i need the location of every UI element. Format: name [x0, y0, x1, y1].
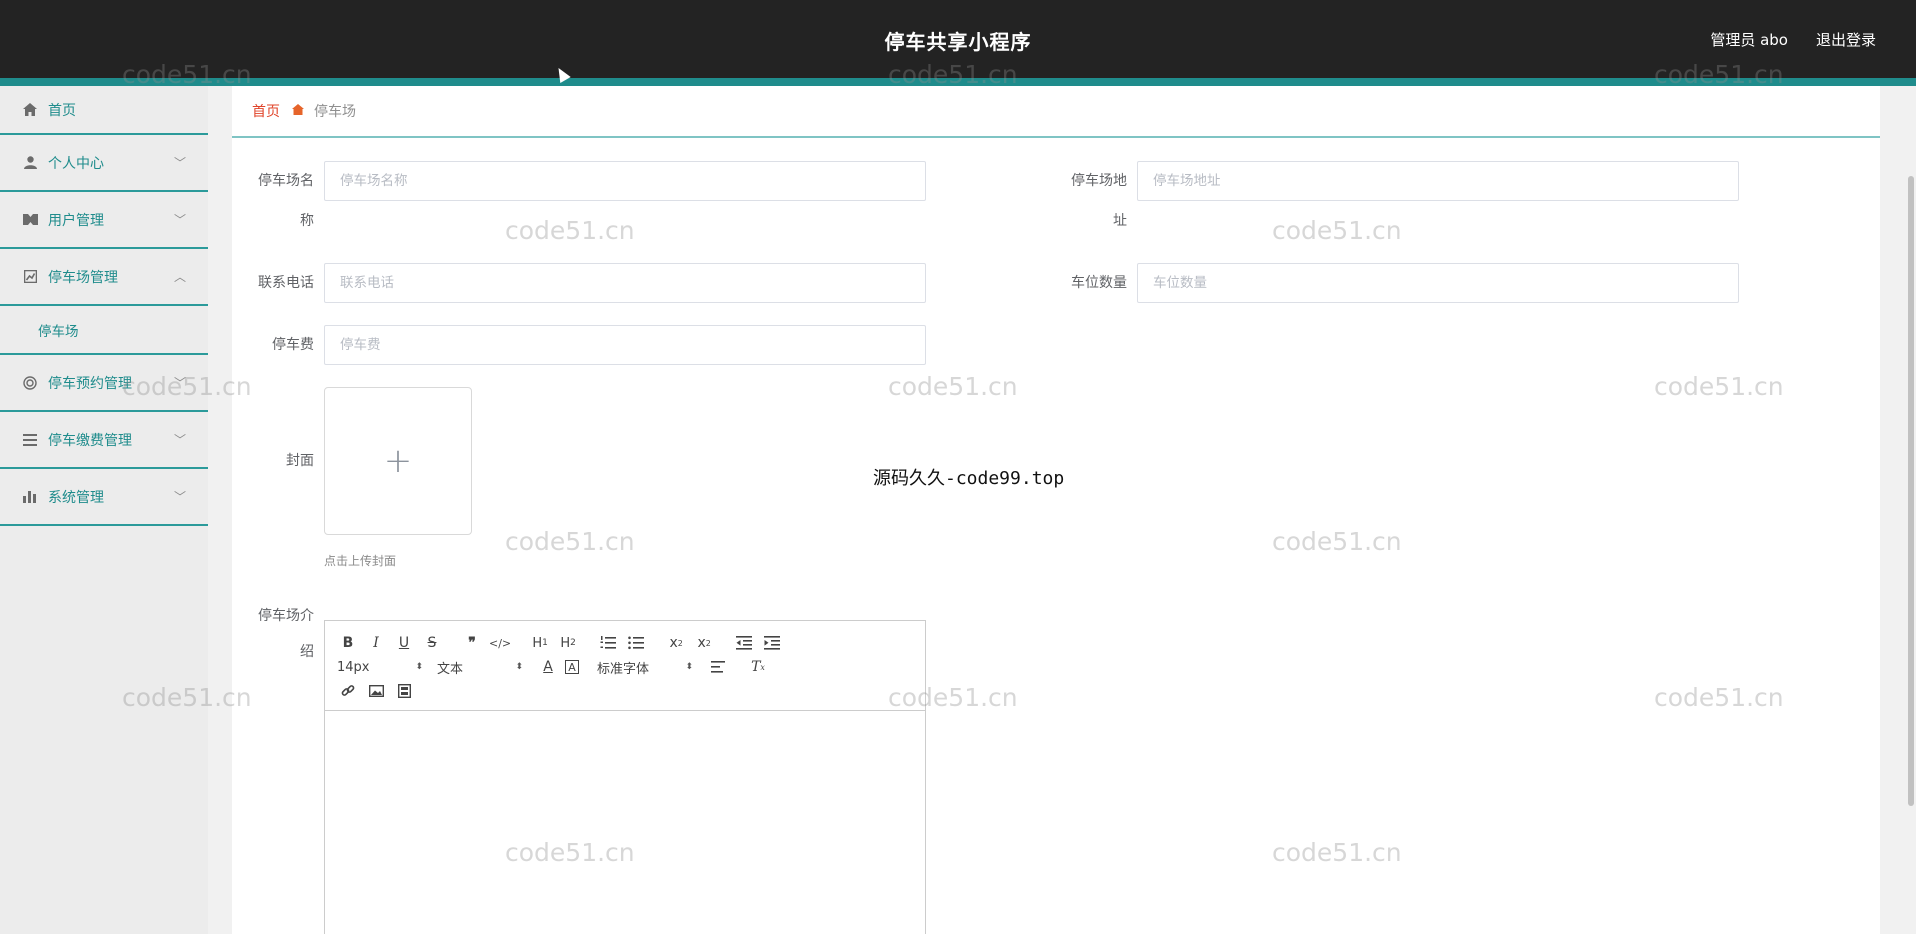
name-label: 停车场名称 — [252, 161, 314, 241]
link-icon[interactable] — [337, 680, 359, 702]
sidebar-item-users[interactable]: 用户管理 ﹀ — [0, 192, 208, 249]
phone-label: 联系电话 — [258, 275, 314, 291]
parking-name-input[interactable] — [324, 161, 926, 201]
font-family-value: 标准字体 — [597, 661, 650, 677]
rich-text-editor: B I U S ❞ </> H1 H2 x2 x2 14px ⬍ 文本 ⬍ A … — [324, 620, 926, 934]
sidebar-item-label: 系统管理 — [48, 489, 104, 506]
sidebar-item-reservation[interactable]: 停车预约管理 ﹀ — [0, 355, 208, 412]
bold-icon[interactable]: B — [337, 632, 359, 654]
heading2-icon[interactable]: H2 — [557, 632, 579, 654]
font-color-icon[interactable]: A — [537, 656, 559, 678]
sidebar-item-profile[interactable]: 个人中心 ﹀ — [0, 135, 208, 192]
heading1-icon[interactable]: H1 — [529, 632, 551, 654]
sidebar-subitem-parking-lot[interactable]: 停车场 — [0, 306, 208, 355]
spaces-label: 车位数量 — [1071, 275, 1127, 291]
cover-upload[interactable]: + — [324, 387, 472, 535]
blockquote-icon[interactable]: ❞ — [461, 632, 483, 654]
editor-content-area[interactable] — [325, 711, 925, 934]
select-arrow-icon: ⬍ — [415, 662, 423, 672]
background-color-icon[interactable]: A — [565, 660, 579, 674]
phone-input[interactable] — [324, 263, 926, 303]
app-title: 停车共享小程序 — [884, 30, 1032, 54]
scrollbar-thumb[interactable] — [1908, 176, 1914, 806]
chevron-down-icon: ﹀ — [173, 213, 186, 227]
sidebar-item-home[interactable]: 首页 — [0, 86, 208, 135]
chevron-down-icon: ﹀ — [173, 490, 186, 504]
italic-icon[interactable]: I — [365, 632, 387, 654]
parking-address-input[interactable] — [1137, 161, 1739, 201]
address-label: 停车场地址 — [1065, 161, 1127, 241]
sidebar-item-system[interactable]: 系统管理 ﹀ — [0, 469, 208, 526]
sidebar-item-label: 个人中心 — [48, 155, 104, 172]
fee-input[interactable] — [324, 325, 926, 365]
logout-link[interactable]: 退出登录 — [1816, 29, 1876, 50]
superscript-icon[interactable]: x2 — [693, 632, 715, 654]
users-icon — [22, 212, 38, 228]
sidebar: 首页 个人中心 ﹀ 用户管理 ﹀ 停车场管理 ︿ 停车场 停车预约管理 ﹀ 停车… — [0, 86, 208, 934]
sidebar-item-payment[interactable]: 停车缴费管理 ﹀ — [0, 412, 208, 469]
intro-label-text: 停车场介绍 — [258, 608, 314, 660]
chevron-down-icon: ﹀ — [173, 156, 186, 170]
sidebar-subitem-label: 停车场 — [38, 323, 79, 340]
video-icon[interactable] — [393, 680, 415, 702]
fee-label: 停车费 — [272, 337, 314, 353]
target-icon — [22, 375, 38, 391]
subscript-icon[interactable]: x2 — [665, 632, 687, 654]
breadcrumb-current: 停车场 — [314, 104, 356, 120]
editor-toolbar: B I U S ❞ </> H1 H2 x2 x2 14px ⬍ 文本 ⬍ A … — [325, 621, 925, 711]
paragraph-value: 文本 — [437, 661, 464, 677]
chevron-down-icon: ﹀ — [173, 433, 186, 447]
image-icon[interactable] — [365, 680, 387, 702]
user-icon — [22, 155, 38, 171]
plus-icon: + — [383, 441, 413, 481]
header-accent-bar — [0, 78, 1916, 86]
font-size-value: 14px — [337, 659, 370, 675]
chart-icon — [22, 269, 38, 285]
chevron-up-icon: ︿ — [173, 270, 186, 284]
font-size-select[interactable]: 14px ⬍ — [337, 656, 423, 678]
page-scrollbar[interactable] — [1906, 86, 1916, 934]
clear-format-icon[interactable]: Tx — [747, 656, 769, 678]
address-label-text: 停车场地址 — [1071, 173, 1127, 229]
sidebar-item-parking-management[interactable]: 停车场管理 ︿ — [0, 249, 208, 306]
sidebar-item-label: 首页 — [48, 102, 76, 119]
select-arrow-icon: ⬍ — [685, 662, 693, 672]
chevron-down-icon: ﹀ — [173, 376, 186, 390]
house-icon — [292, 103, 304, 119]
sidebar-item-label: 停车缴费管理 — [48, 432, 132, 449]
font-family-select[interactable]: 标准字体 ⬍ — [597, 656, 693, 678]
list-icon — [22, 432, 38, 448]
align-icon[interactable] — [707, 656, 729, 678]
current-user: 管理员 abo — [1710, 31, 1788, 49]
breadcrumb: 首页 停车场 — [232, 86, 1880, 138]
bullet-list-icon[interactable] — [625, 632, 647, 654]
overlay-text: 源码久久-code99.top — [873, 468, 1065, 489]
spaces-input[interactable] — [1137, 263, 1739, 303]
top-header: 停车共享小程序 管理员 abo 退出登录 — [0, 0, 1916, 78]
underline-icon[interactable]: U — [393, 632, 415, 654]
cover-upload-hint: 点击上传封面 — [324, 554, 397, 568]
sidebar-item-label: 停车预约管理 — [48, 375, 132, 392]
paragraph-select[interactable]: 文本 ⬍ — [437, 656, 523, 678]
outdent-icon[interactable] — [733, 632, 755, 654]
sidebar-item-label: 用户管理 — [48, 212, 104, 229]
code-block-icon[interactable]: </> — [489, 632, 511, 654]
breadcrumb-home[interactable]: 首页 — [252, 101, 280, 121]
select-arrow-icon: ⬍ — [515, 662, 523, 672]
strikethrough-icon[interactable]: S — [421, 632, 443, 654]
content-card: 首页 停车场 停车场名称 停车场地址 联系电话 车位数量 停车费 封面 + 点击… — [232, 86, 1880, 934]
cover-label: 封面 — [286, 453, 314, 469]
sidebar-item-label: 停车场管理 — [48, 269, 118, 286]
indent-icon[interactable] — [761, 632, 783, 654]
ordered-list-icon[interactable] — [597, 632, 619, 654]
name-label-text: 停车场名称 — [258, 173, 314, 229]
intro-label: 停车场介绍 — [252, 598, 314, 670]
home-icon — [22, 102, 38, 118]
bar-chart-icon — [22, 489, 38, 505]
